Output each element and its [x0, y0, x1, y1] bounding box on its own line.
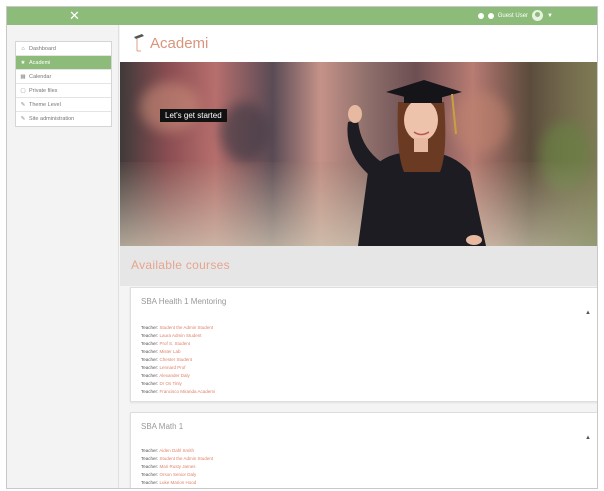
hero-tagline: Let's get started — [160, 109, 227, 122]
sidebar-item-2[interactable]: ▦ Calendar — [16, 70, 111, 84]
globe-icon[interactable] — [477, 12, 484, 19]
chevron-up-icon[interactable]: ▲ — [585, 435, 591, 441]
teacher-row: Teacher: Prof S. Student — [141, 340, 215, 348]
wrench-icon: ✎ — [20, 101, 26, 108]
graduate-photo — [347, 80, 486, 246]
graduation-cap-icon — [134, 34, 144, 52]
teacher-label: Teacher: — [141, 464, 159, 469]
course-title-link[interactable]: SBA Math 1 — [141, 422, 183, 431]
user-menu[interactable]: Guest User ▼ — [477, 10, 553, 21]
teacher-row: Teacher: Student the Admin Student — [141, 455, 213, 463]
teacher-label: Teacher: — [141, 448, 159, 453]
teacher-list: Teacher: Aiden Dahl Smith Teacher: Studen… — [141, 447, 213, 487]
teacher-name-link[interactable]: Laura Admin Student — [160, 333, 202, 338]
teacher-row: Teacher: Lennard Prof — [141, 364, 215, 372]
teacher-row: Teacher: Alexander Daly — [141, 372, 215, 380]
teacher-label: Teacher: — [141, 381, 159, 386]
teacher-label: Teacher: — [141, 456, 159, 461]
app-window: ✕ Guest User ▼ ⌂ Dashboard ★ Academi ▦ Calend… — [6, 6, 598, 489]
site-header: Academi — [120, 25, 597, 62]
hero-banner: Let's get started — [120, 62, 597, 246]
teacher-row: Teacher: Aiden Dahl Smith — [141, 447, 213, 455]
sidebar-item-3[interactable]: ▢ Private files — [16, 84, 111, 98]
teacher-label: Teacher: — [141, 333, 159, 338]
sidebar-item-label: Dashboard — [29, 45, 56, 52]
star-icon: ★ — [20, 59, 26, 66]
teacher-name-link[interactable]: Mister Lab — [160, 349, 181, 354]
teacher-label: Teacher: — [141, 472, 159, 477]
chevron-up-icon[interactable]: ▲ — [585, 310, 591, 316]
teacher-label: Teacher: — [141, 480, 159, 485]
teacher-name-link[interactable]: Prof S. Student — [160, 341, 191, 346]
home-icon: ⌂ — [21, 45, 25, 52]
sidebar-item-0[interactable]: ⌂ Dashboard — [16, 42, 111, 56]
sidebar-item-1[interactable]: ★ Academi — [16, 56, 111, 70]
file-icon: ▢ — [20, 87, 26, 94]
teacher-label: Teacher: — [141, 349, 159, 354]
sidebar-nav: ⌂ Dashboard ★ Academi ▦ Calendar ▢ Private file… — [15, 41, 112, 127]
sidebar-item-label: Academi — [29, 59, 51, 66]
teacher-name-link[interactable]: Luke Marion Hood — [160, 480, 197, 485]
teacher-name-link[interactable]: Lennard Prof — [160, 365, 186, 370]
teacher-row: Teacher: Student the Admin Student — [141, 324, 215, 332]
teacher-name-link[interactable]: Aiden Dahl Smith — [159, 448, 194, 453]
sidebar-item-label: Calendar — [29, 73, 52, 80]
teacher-label: Teacher: — [141, 341, 159, 346]
bell-icon[interactable] — [487, 12, 494, 19]
wrench-icon: ✎ — [20, 116, 26, 122]
course-card: SBA Health 1 Mentoring ▲ Teacher: Student … — [130, 287, 597, 402]
teacher-label: Teacher: — [141, 373, 159, 378]
teacher-list: Teacher: Student the Admin Student Teache… — [141, 324, 215, 396]
teacher-row: Teacher: Mister Lab — [141, 348, 215, 356]
sidebar-item-label: Site administration — [29, 116, 75, 122]
teacher-name-link[interactable]: Dr Os Tinly — [160, 381, 182, 386]
course-card: SBA Math 1 ▲ Teacher: Aiden Dahl Smith Teac… — [130, 412, 597, 488]
teacher-row: Teacher: Laura Admin Student — [141, 332, 215, 340]
teacher-name-link[interactable]: Francisco Miranda Academi — [160, 389, 216, 394]
teacher-name-link[interactable]: Student the Admin Student — [160, 325, 214, 330]
available-courses-heading: Available courses — [131, 258, 230, 272]
sidebar-item-label: Theme Level — [29, 101, 61, 108]
teacher-row: Teacher: Orson Senior Daly — [141, 471, 213, 479]
teacher-row: Teacher: Luke Marion Hood — [141, 479, 213, 487]
user-name[interactable]: Guest User — [498, 13, 528, 19]
user-avatar-icon[interactable] — [532, 10, 544, 21]
top-navbar: ✕ Guest User ▼ — [7, 7, 597, 25]
close-icon[interactable]: ✕ — [69, 8, 80, 24]
teacher-name-link[interactable]: Chester Student — [160, 357, 193, 362]
teacher-row: Teacher: Chester Student — [141, 356, 215, 364]
sidebar: ⌂ Dashboard ★ Academi ▦ Calendar ▢ Private file… — [7, 25, 119, 488]
site-logo-text[interactable]: Academi — [150, 35, 208, 52]
teacher-label: Teacher: — [141, 365, 159, 370]
main-content: Academi Let's get started Available cour… — [120, 25, 597, 488]
sidebar-item-label: Private files — [29, 87, 58, 94]
teacher-name-link[interactable]: Student the Admin Student — [160, 456, 214, 461]
calendar-icon: ▦ — [20, 73, 26, 80]
teacher-label: Teacher: — [141, 357, 159, 362]
course-title-link[interactable]: SBA Health 1 Mentoring — [141, 297, 226, 306]
teacher-label: Teacher: — [141, 325, 159, 330]
caret-down-icon[interactable]: ▼ — [547, 13, 553, 19]
teacher-row: Teacher: Dr Os Tinly — [141, 380, 215, 388]
teacher-row: Teacher: Mari Rusty James — [141, 463, 213, 471]
sidebar-item-4[interactable]: ✎ Theme Level — [16, 98, 111, 112]
teacher-name-link[interactable]: Orson Senior Daly — [160, 472, 197, 477]
teacher-name-link[interactable]: Mari Rusty James — [160, 464, 196, 469]
teacher-row: Teacher: Francisco Miranda Academi — [141, 388, 215, 396]
teacher-name-link[interactable]: Alexander Daly — [159, 373, 190, 378]
teacher-label: Teacher: — [141, 389, 159, 394]
sidebar-item-5[interactable]: ✎ Site administration — [16, 112, 111, 126]
